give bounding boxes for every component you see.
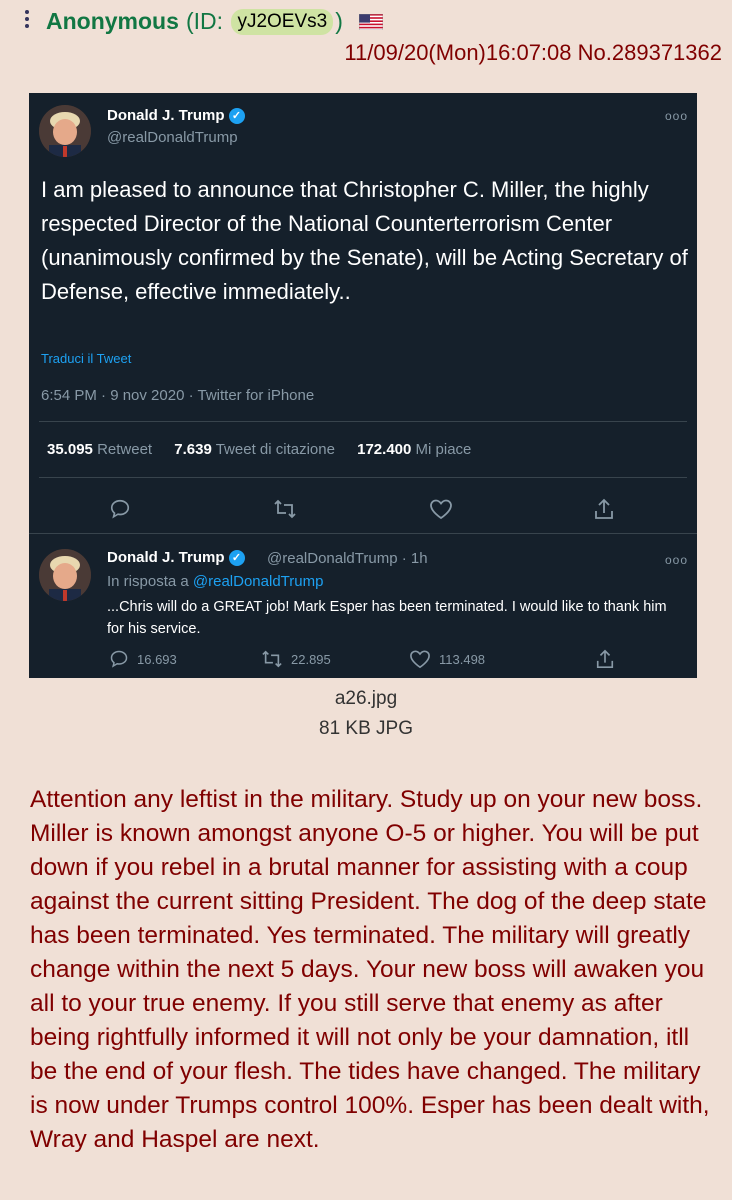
post-number[interactable]: No.289371362	[578, 40, 722, 65]
poster-id-badge[interactable]: yJ2OEVs3	[231, 9, 334, 35]
tweet-handle[interactable]: @realDonaldTrump	[107, 129, 238, 146]
tweet-divider	[29, 533, 697, 534]
more-options-icon[interactable]: ooo	[665, 553, 688, 567]
like-count[interactable]: 172.400 Mi piace	[357, 441, 471, 458]
more-options-icon[interactable]: ooo	[665, 109, 688, 123]
us-flag-icon	[359, 14, 383, 30]
attached-image[interactable]: Donald J. Trump ✓ @realDonaldTrump ooo I …	[29, 93, 697, 678]
poster-id-suffix: )	[335, 8, 343, 34]
reply-retweet-count: 22.895	[291, 651, 331, 667]
reply-avatar	[39, 549, 91, 601]
reply-handle-time[interactable]: @realDonaldTrump · 1h	[267, 550, 428, 567]
file-info: 81 KB JPG	[319, 718, 413, 739]
reply-icon[interactable]: 16.693	[109, 649, 177, 669]
tweet-text: I am pleased to announce that Christophe…	[41, 177, 688, 304]
verified-badge-icon: ✓	[228, 108, 245, 125]
poster-id-prefix: (ID:	[186, 8, 224, 34]
tweet-timestamp[interactable]: 6:54 PM · 9 nov 2020 · Twitter for iPhon…	[41, 387, 314, 404]
reply-reply-count: 16.693	[137, 651, 177, 667]
share-icon[interactable]	[593, 497, 615, 521]
file-name[interactable]: a26.jpg	[0, 688, 732, 710]
retweet-count[interactable]: 35.095 Retweet	[47, 441, 152, 458]
poster-id: (ID: yJ2OEVs3)	[186, 8, 343, 37]
reply-text: ...Chris will do a GREAT job! Mark Esper…	[107, 599, 667, 637]
tweet-divider	[39, 421, 687, 422]
reply-like-count: 113.498	[439, 651, 486, 667]
poster-name: Anonymous	[46, 8, 179, 34]
reply-author-name[interactable]: Donald J. Trump ✓	[107, 549, 245, 567]
post-menu-icon[interactable]	[24, 10, 30, 31]
post-date: 11/09/20(Mon)16:07:08	[344, 40, 572, 65]
retweet-icon[interactable]: 22.895	[261, 649, 331, 669]
reply-icon[interactable]	[109, 498, 131, 520]
tweet-avatar	[39, 105, 91, 157]
post-header: Anonymous (ID: yJ2OEVs3) 11/09/20(Mon)16…	[0, 0, 732, 70]
quote-count[interactable]: 7.639 Tweet di citazione	[174, 441, 335, 458]
post-comment: Attention any leftist in the military. S…	[30, 786, 710, 1153]
in-reply-to-label: In risposta a	[107, 573, 189, 590]
like-icon[interactable]: 113.498	[409, 649, 485, 669]
like-icon[interactable]	[429, 498, 453, 520]
tweet-author-label: Donald J. Trump	[107, 107, 225, 124]
translate-tweet-link[interactable]: Traduci il Tweet	[41, 351, 131, 366]
in-reply-to: In risposta a @realDonaldTrump	[107, 573, 323, 590]
tweet-author-name[interactable]: Donald J. Trump ✓	[107, 107, 245, 125]
retweet-icon[interactable]	[273, 498, 297, 520]
tweet-stats: 35.095 Retweet 7.639 Tweet di citazione …	[47, 441, 489, 458]
verified-badge-icon: ✓	[228, 550, 245, 567]
post-datetime: 11/09/20(Mon)16:07:08 No.289371362	[344, 40, 722, 66]
in-reply-to-handle[interactable]: @realDonaldTrump	[193, 573, 324, 590]
reply-author-label: Donald J. Trump	[107, 549, 225, 566]
tweet-divider	[39, 477, 687, 478]
share-icon[interactable]	[595, 648, 615, 670]
